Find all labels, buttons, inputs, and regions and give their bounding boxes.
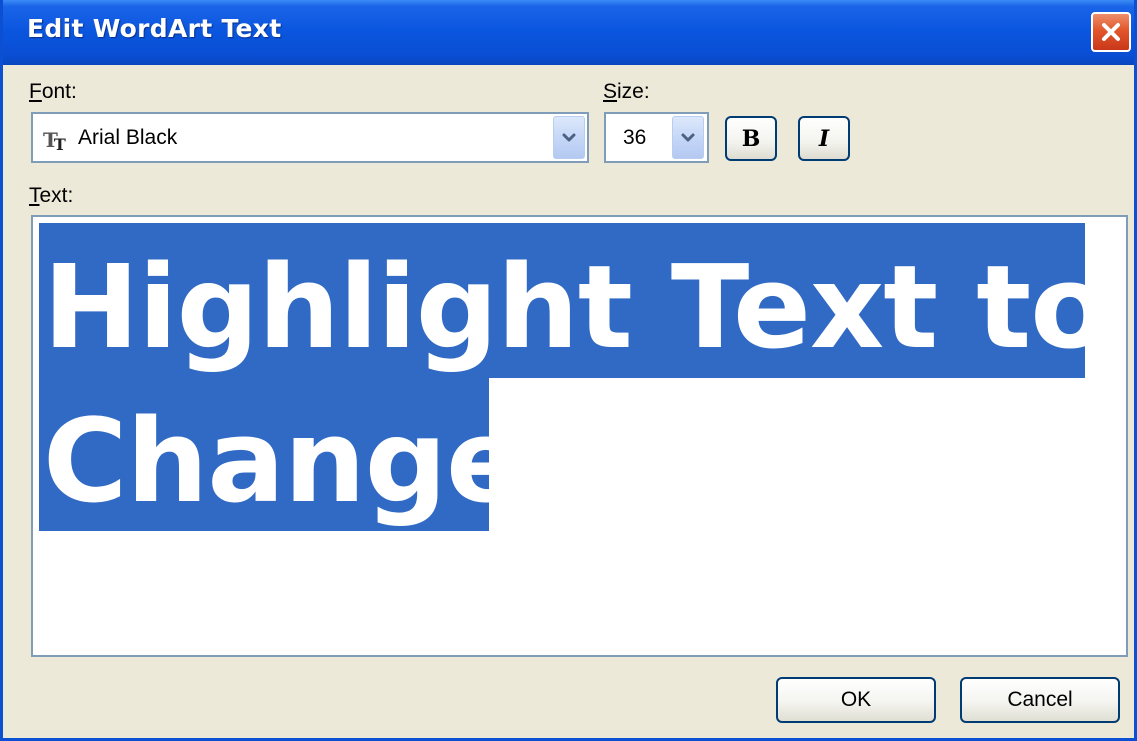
- close-icon: [1102, 23, 1120, 41]
- cancel-button[interactable]: Cancel: [960, 677, 1120, 723]
- font-label: Font:: [29, 80, 77, 103]
- close-button[interactable]: [1091, 12, 1131, 52]
- font-value: Arial Black: [78, 126, 178, 149]
- ok-button[interactable]: OK: [776, 677, 936, 723]
- font-select[interactable]: TT Arial Black: [31, 112, 589, 163]
- chevron-down-icon: [562, 133, 576, 141]
- size-value: 36: [623, 126, 647, 149]
- title-bar[interactable]: Edit WordArt Text: [3, 0, 1134, 65]
- font-dropdown-button[interactable]: [553, 116, 585, 159]
- size-select[interactable]: 36: [604, 112, 709, 163]
- bold-button[interactable]: B: [725, 116, 777, 161]
- italic-button[interactable]: I: [798, 116, 850, 161]
- window-title: Edit WordArt Text: [27, 14, 282, 43]
- wordart-text-area[interactable]: Highlight Text to Change: [31, 215, 1128, 657]
- text-line-2: Change: [43, 395, 524, 529]
- size-label: Size:: [603, 80, 650, 103]
- truetype-font-icon: TT: [43, 128, 66, 154]
- text-label: Text:: [29, 184, 74, 207]
- wordart-dialog: Edit WordArt Text Font: Size: TT Arial B…: [0, 0, 1137, 741]
- chevron-down-icon: [681, 133, 695, 141]
- size-dropdown-button[interactable]: [672, 116, 704, 159]
- text-line-1: Highlight Text to: [43, 241, 1109, 375]
